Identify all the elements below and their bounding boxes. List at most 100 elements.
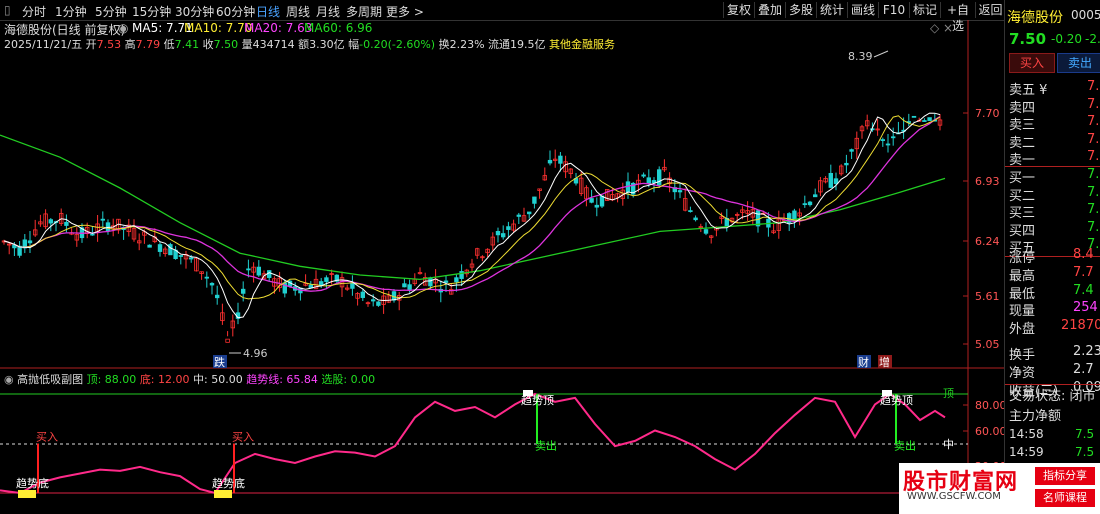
increase-badge-text: 增 [879, 355, 890, 369]
stat-row: 涨停 8.4 [1009, 247, 1100, 266]
candle-body [454, 277, 459, 283]
f10-button[interactable]: F10 [878, 2, 909, 18]
candle-body [402, 283, 407, 288]
indicator-tick-label: 60.00 [975, 425, 1004, 438]
sell-signal-label: 卖出 [535, 439, 557, 453]
stat-label: 外盘 [1009, 322, 1036, 338]
candle-body [532, 196, 537, 204]
candle-body [688, 210, 693, 213]
min-label: 4.96 [243, 347, 268, 360]
candle-body [407, 284, 412, 290]
period-tab-multi[interactable]: 多周期 [346, 3, 382, 20]
stats-button[interactable]: 统计 [816, 2, 847, 18]
multi-stock-button[interactable]: 多股 [785, 2, 816, 18]
trend-bottom-label: 趋势底 [212, 476, 245, 490]
orderbook-price: 7.4 [1087, 167, 1100, 182]
candle-body [506, 226, 511, 230]
stat-value: 2.23 [1073, 344, 1100, 359]
period-tab-monthly[interactable]: 月线 [316, 3, 340, 20]
stat-label: 最高 [1009, 268, 1036, 284]
period-tab-1min[interactable]: 1分钟 [55, 3, 87, 20]
stat-value: 8.4 [1073, 247, 1094, 262]
candle-body [324, 277, 329, 282]
orderbook-row: 买四 7.4 [1009, 219, 1100, 239]
back-button[interactable]: 返回 [975, 2, 1005, 18]
trend-oscillator-line [0, 392, 946, 495]
sell-button[interactable]: 卖出 [1057, 53, 1100, 73]
orderbook-price: 7.5 [1087, 79, 1100, 94]
price-tick-label: 7.70 [975, 107, 1000, 120]
trade-state: 交易状态: 闭市 [1009, 389, 1096, 404]
candle-body [547, 159, 553, 164]
tick-time-2: 14:59 [1009, 445, 1044, 459]
candle-body [209, 282, 215, 286]
stat-row: 外盘 21870 [1009, 318, 1100, 338]
adjust-button[interactable]: 复权 [723, 2, 754, 18]
chart-options-icon[interactable]: ◇ × [930, 21, 953, 35]
candle-body [266, 270, 272, 278]
stat-value: 7.7 [1073, 264, 1094, 280]
candle-body [90, 233, 95, 236]
stock-name: 海德股份 [1007, 10, 1063, 26]
orderbook-row: 卖二 7.5 [1009, 132, 1100, 151]
ma20-label: MA20: 7.63 [244, 21, 313, 35]
orderbook-label: 卖四 [1009, 100, 1036, 116]
bar-info-row: 2025/11/21/五 开7.53 高7.79 低7.41 收7.50 量43… [4, 36, 615, 52]
period-tab-daily[interactable]: 日线 [256, 3, 280, 20]
amount-value: 3.30亿 [309, 38, 345, 51]
candle-body [500, 233, 506, 238]
buy-button[interactable]: 买入 [1009, 53, 1055, 73]
low-badge-text: 跌 [214, 355, 225, 369]
candle-body [256, 266, 261, 276]
stat-label: 最低 [1009, 286, 1036, 302]
ma-settings-icon[interactable]: ◉ [118, 21, 128, 35]
kline-chart[interactable]: 7.70 6.93 6.24 5.61 5.05 8.39 4.96 跌 财 增 80.… [0, 20, 1004, 514]
candle-body [589, 198, 594, 203]
period-tab-15min[interactable]: 15分钟 [132, 3, 171, 20]
candle-body [703, 229, 709, 234]
low-value: 7.41 [174, 38, 200, 51]
stat-value: 254 [1073, 300, 1098, 316]
add-watchlist-button[interactable]: +自选 [940, 2, 975, 33]
period-tab-30min[interactable]: 30分钟 [175, 3, 214, 20]
candle-body [188, 257, 194, 260]
bar-date: 2025/11/21/五 [4, 38, 83, 51]
tick-value-2: 7.5 [1075, 445, 1095, 459]
mid-line-label: 中 [943, 438, 954, 451]
finance-badge-text: 财 [858, 355, 869, 369]
candle-body [214, 294, 220, 299]
period-tab-5min[interactable]: 5分钟 [95, 3, 127, 20]
trend-bottom-label: 趋势底 [16, 476, 49, 490]
candle-body [428, 277, 433, 287]
stat-row: 最高 7.7 [1009, 264, 1100, 284]
stat-row: 换手 2.23 [1009, 344, 1100, 363]
low-label: 低 [163, 38, 175, 51]
orderbook-row: 买二 7.4 [1009, 185, 1100, 204]
overlay-button[interactable]: 叠加 [754, 2, 785, 18]
price-change: -0.20 [1051, 32, 1083, 46]
orderbook-price: 7.4 [1087, 219, 1100, 235]
sector-link: 其他金融服务 [549, 38, 616, 51]
quote-panel: 海德股份 0005 7.50 -0.20 -2.6 买入 卖出 卖五 ¥7.5卖… [1004, 0, 1100, 514]
orderbook-price: 7.5 [1087, 149, 1100, 165]
period-tab-weekly[interactable]: 周线 [286, 3, 310, 20]
candle-body [558, 155, 563, 164]
candle-body [891, 136, 896, 139]
layout-icon[interactable]: ▯ [4, 3, 11, 17]
draw-button[interactable]: 画线 [847, 2, 878, 18]
candle-body [911, 115, 917, 118]
candle-body [360, 291, 365, 298]
orderbook-price: 7.5 [1087, 96, 1100, 112]
stat-label: 换手 [1009, 348, 1036, 363]
trend-top-label: 趋势顶 [521, 394, 554, 407]
tag-master-course[interactable]: 名师课程 [1035, 489, 1095, 507]
candle-body [370, 299, 376, 302]
period-tab-60min[interactable]: 60分钟 [216, 3, 255, 20]
period-tab-more[interactable]: 更多 > [386, 3, 424, 20]
price-tick-label: 6.93 [975, 175, 1000, 188]
mark-button[interactable]: 标记 [909, 2, 940, 18]
candle-body [204, 276, 209, 279]
candle-body [813, 194, 818, 198]
tag-indicator-share[interactable]: 指标分享 [1035, 467, 1095, 485]
period-tab-timeshare[interactable]: 分时 [22, 3, 46, 20]
